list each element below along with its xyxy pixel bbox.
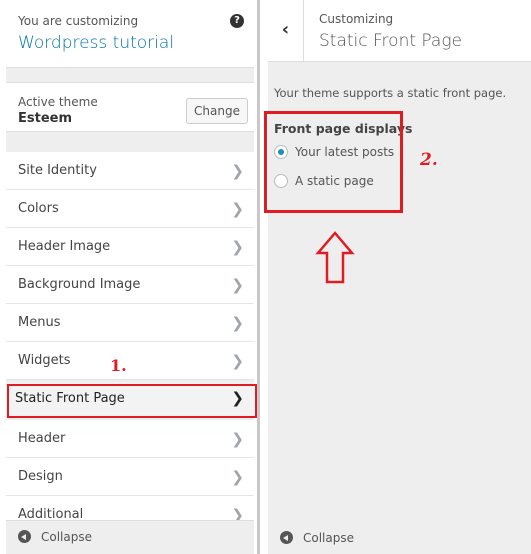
section-site-identity[interactable]: Site Identity ❯ bbox=[6, 152, 254, 190]
chevron-right-icon: ❯ bbox=[231, 200, 244, 218]
step-1-label: 1. bbox=[110, 356, 127, 375]
section-label: Site Identity bbox=[18, 163, 97, 178]
section-menus[interactable]: Menus ❯ bbox=[6, 304, 254, 342]
section-list: Site Identity ❯ Colors ❯ Header Image ❯ Bac… bbox=[6, 152, 254, 534]
active-theme-label: Active theme bbox=[18, 95, 98, 109]
help-icon[interactable]: ? bbox=[230, 14, 244, 28]
customizer-sidebar: You are customizing Wordpress tutorial ?… bbox=[6, 0, 254, 554]
section-label: Header Image bbox=[18, 239, 111, 254]
step-2-label: 2. bbox=[420, 150, 438, 170]
section-widgets[interactable]: Widgets ❯ bbox=[6, 342, 254, 380]
section-design[interactable]: Design ❯ bbox=[6, 458, 254, 496]
collapse-label: Collapse bbox=[303, 531, 354, 545]
up-arrow-annotation-icon bbox=[315, 231, 355, 284]
section-label: Background Image bbox=[18, 277, 141, 292]
breadcrumb: Customizing bbox=[319, 12, 394, 26]
chevron-right-icon: ❯ bbox=[231, 238, 244, 256]
section-background-image[interactable]: Background Image ❯ bbox=[6, 266, 254, 304]
chevron-right-icon: ❯ bbox=[231, 276, 244, 294]
section-label: Colors bbox=[18, 201, 59, 216]
static-front-page-panel: ‹ Customizing Static Front Page Your the… bbox=[268, 0, 531, 554]
collapse-arrow-icon bbox=[280, 531, 293, 544]
section-label: Widgets bbox=[18, 353, 71, 368]
section-header[interactable]: Header ❯ bbox=[6, 420, 254, 458]
section-label: Header bbox=[18, 431, 66, 446]
sidebar-header: You are customizing Wordpress tutorial ? bbox=[6, 0, 254, 68]
highlight-box-step-2 bbox=[264, 111, 403, 213]
site-title: Wordpress tutorial bbox=[18, 33, 175, 53]
highlight-box-step-1 bbox=[7, 384, 257, 418]
chevron-right-icon: ❯ bbox=[231, 430, 244, 448]
collapse-arrow-icon bbox=[18, 530, 31, 543]
active-theme-name: Esteem bbox=[18, 111, 73, 126]
back-button[interactable]: ‹ bbox=[268, 0, 304, 62]
panel-header: ‹ Customizing Static Front Page bbox=[268, 0, 531, 62]
chevron-right-icon: ❯ bbox=[231, 314, 244, 332]
section-header-image[interactable]: Header Image ❯ bbox=[6, 228, 254, 266]
section-label: Menus bbox=[18, 315, 61, 330]
chevron-right-icon: ❯ bbox=[231, 352, 244, 370]
active-theme-section: Active theme Esteem Change bbox=[6, 82, 254, 132]
chevron-right-icon: ❯ bbox=[231, 468, 244, 486]
customizing-label: You are customizing bbox=[18, 14, 139, 28]
collapse-button-panel[interactable]: Collapse bbox=[268, 522, 531, 554]
chevron-right-icon: ❯ bbox=[231, 162, 244, 180]
panel-title: Static Front Page bbox=[319, 31, 462, 51]
chevron-left-icon: ‹ bbox=[281, 19, 290, 40]
collapse-label: Collapse bbox=[41, 530, 92, 544]
section-colors[interactable]: Colors ❯ bbox=[6, 190, 254, 228]
section-label: Design bbox=[18, 469, 63, 484]
collapse-button[interactable]: Collapse bbox=[6, 520, 254, 552]
change-theme-button[interactable]: Change bbox=[186, 98, 248, 124]
panel-divider bbox=[257, 0, 260, 554]
panel-description: Your theme supports a static front page. bbox=[274, 86, 507, 100]
